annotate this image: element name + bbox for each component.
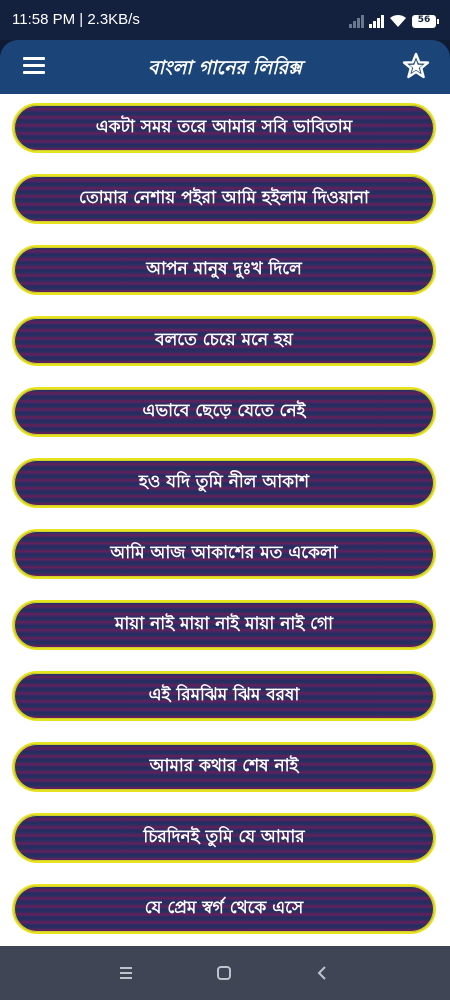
song-item[interactable]: আপন মানুষ দুঃখ দিলে (12, 245, 436, 295)
wifi-icon (390, 14, 406, 27)
battery-icon: 56 (412, 14, 439, 28)
song-label: আপন মানুষ দুঃখ দিলে (146, 259, 302, 279)
song-item[interactable]: এই রিমঝিম ঝিম বরষা (12, 671, 436, 721)
song-item[interactable]: বলতে চেয়ে মনে হয় (12, 316, 436, 366)
status-time: 11:58 PM | 2.3KB/s (12, 11, 140, 28)
song-label: তোমার নেশায় পইরা আমি হইলাম দিওয়ানা (79, 188, 369, 208)
song-label: যে প্রেম স্বর্গ থেকে এসে (144, 898, 304, 918)
status-icons: 56 (349, 13, 439, 29)
song-item[interactable]: যে প্রেম স্বর্গ থেকে এসে (12, 884, 436, 934)
song-item[interactable]: তোমার নেশায় পইরা আমি হইলাম দিওয়ানা (12, 174, 436, 224)
song-item[interactable]: মায়া নাই মায়া নাই মায়া নাই গো (12, 600, 436, 650)
song-item[interactable]: আমার কথার শেষ নাই (12, 742, 436, 792)
song-label: চিরদিনই তুমি যে আমার (143, 827, 305, 847)
song-list: একটা সময় তরে আমার সবি ভাবিতাম তোমার নেশ… (0, 94, 450, 946)
battery-level: 56 (417, 14, 431, 25)
song-item[interactable]: হও যদি তুমি নীল আকাশ (12, 458, 436, 508)
status-bar: 11:58 PM | 2.3KB/s 56 (0, 0, 450, 40)
song-item[interactable]: আমি আজ আকাশের মত একেলা (12, 529, 436, 579)
signal-icon (349, 14, 364, 28)
song-label: বলতে চেয়ে মনে হয় (155, 330, 293, 350)
song-label: একটা সময় তরে আমার সবি ভাবিতাম (95, 117, 353, 137)
recents-icon[interactable] (114, 961, 138, 985)
menu-icon[interactable] (23, 57, 45, 74)
song-label: এভাবে ছেড়ে যেতে নেই (142, 401, 306, 421)
song-label: আমি আজ আকাশের মত একেলা (110, 543, 338, 563)
song-label: হও যদি তুমি নীল আকাশ (138, 472, 310, 492)
song-item[interactable]: একটা সময় তরে আমার সবি ভাবিতাম (12, 103, 436, 153)
song-label: আমার কথার শেষ নাই (149, 756, 299, 776)
system-nav-bar (0, 946, 450, 1000)
song-item[interactable]: চিরদিনই তুমি যে আমার (12, 813, 436, 863)
back-icon[interactable] (310, 961, 334, 985)
song-label: এই রিমঝিম ঝিম বরষা (148, 685, 300, 705)
song-item[interactable]: এভাবে ছেড়ে যেতে নেই (12, 387, 436, 437)
home-icon[interactable] (212, 961, 236, 985)
signal-icon (369, 14, 384, 28)
star-icon[interactable] (402, 52, 430, 80)
app-title: বাংলা গানের লিরিক্স (148, 57, 302, 79)
song-label: মায়া নাই মায়া নাই মায়া নাই গো (114, 614, 334, 634)
app-bar: বাংলা গানের লিরিক্স (0, 40, 450, 94)
